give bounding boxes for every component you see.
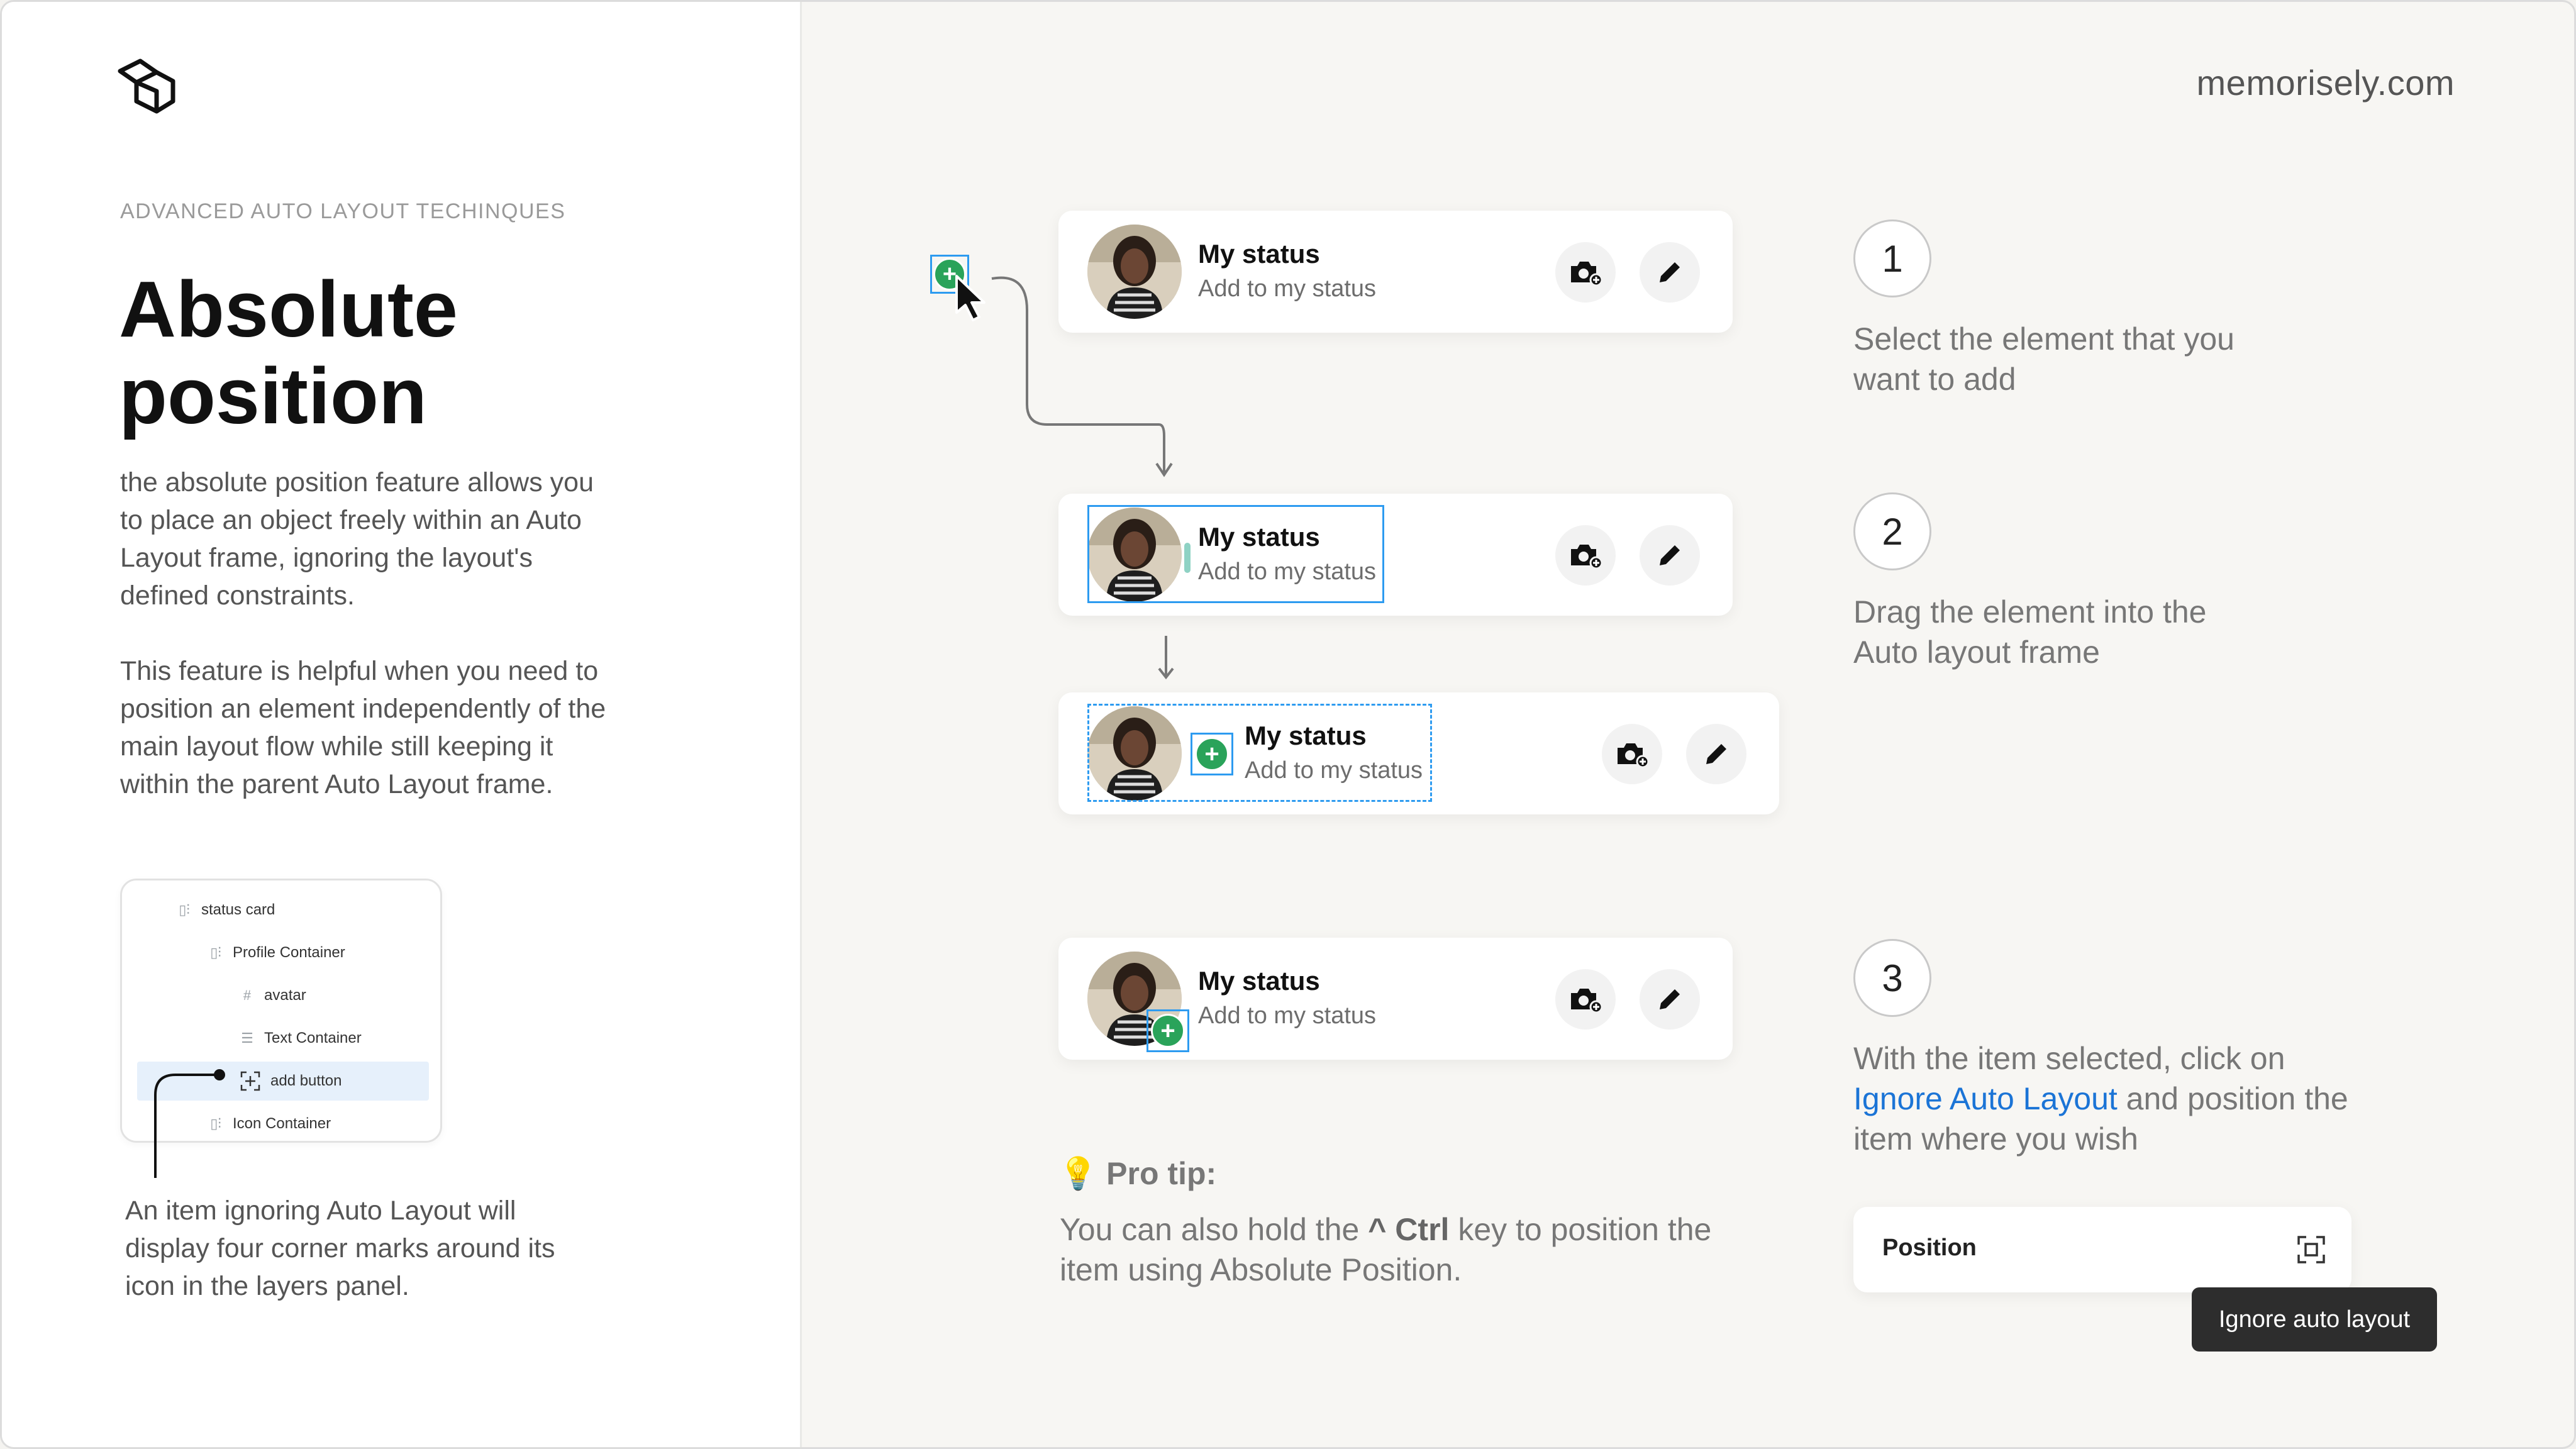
insertion-indicator [1184, 543, 1191, 573]
auto-layout-frame-outline [1087, 704, 1432, 802]
frame-auto-layout-icon: ▯⫶ [179, 902, 190, 918]
protip-heading: 💡 Pro tip: [1058, 1155, 1216, 1192]
layer-label: avatar [264, 987, 306, 1004]
edit-button[interactable] [1640, 969, 1700, 1030]
absolute-element-selection[interactable]: + [1146, 1009, 1189, 1052]
caption-connector-line [154, 1069, 225, 1178]
text-lines-icon: ☰ [241, 1030, 253, 1046]
layer-label: status card [201, 901, 275, 918]
frame-hash-icon: # [243, 987, 252, 1003]
status-title: My status [1245, 721, 1367, 750]
camera-plus-button[interactable] [1555, 969, 1616, 1030]
camera-plus-button[interactable] [1602, 724, 1662, 784]
layer-label: Icon Container [233, 1115, 331, 1132]
pencil-icon [1660, 545, 1680, 565]
status-title: My status [1198, 239, 1320, 269]
left-panel: ADVANCED AUTO LAYOUT TECHINQUES Absolute… [2, 2, 802, 1447]
layer-text-container[interactable]: ☰ Text Container [122, 1019, 440, 1058]
down-arrow [1158, 636, 1174, 680]
avatar [1087, 225, 1182, 319]
absolute-position-icon [240, 1071, 260, 1091]
frame-auto-layout-icon: ▯⫶ [210, 945, 221, 960]
status-card-step-1: My status Add to my status [1058, 211, 1733, 333]
status-subtitle: Add to my status [1245, 757, 1423, 784]
edit-button[interactable] [1686, 724, 1746, 784]
page-title: Absolute position [119, 265, 458, 440]
layer-label: Profile Container [233, 944, 345, 961]
step-2-badge: 2 [1853, 492, 1931, 570]
layer-label: Text Container [264, 1030, 362, 1046]
pencil-icon [1660, 989, 1680, 1009]
layer-profile-container[interactable]: ▯⫶ Profile Container [122, 933, 440, 972]
position-panel: Position [1853, 1207, 2351, 1292]
protip-text: You can also hold the ^ Ctrl key to posi… [1060, 1209, 1752, 1290]
status-subtitle: Add to my status [1198, 1002, 1377, 1029]
status-title: My status [1198, 522, 1320, 552]
camera-plus-button[interactable] [1555, 242, 1616, 303]
pencil-icon [1660, 262, 1680, 282]
layer-status-card[interactable]: ▯⫶ status card [122, 891, 440, 930]
edit-button[interactable] [1640, 242, 1700, 303]
status-subtitle: Add to my status [1198, 558, 1377, 585]
step-3-text: With the item selected, click on Ignore … [1853, 1038, 2369, 1159]
step-3-pre: With the item selected, click on [1853, 1041, 2285, 1076]
status-subtitle: Add to my status [1198, 275, 1377, 302]
ignore-auto-layout-tooltip: Ignore auto layout [2192, 1287, 2437, 1352]
drop-target-selection [1087, 505, 1384, 603]
inserted-element-selection[interactable]: + [1191, 733, 1233, 775]
helpful-paragraph: This feature is helpful when you need to… [120, 656, 606, 799]
step-1-badge: 1 [1853, 219, 1931, 297]
status-title: My status [1198, 966, 1320, 996]
eyebrow-label: ADVANCED AUTO LAYOUT TECHINQUES [120, 199, 566, 223]
protip-title: Pro tip: [1106, 1156, 1217, 1191]
ignore-auto-layout-link[interactable]: Ignore Auto Layout [1853, 1081, 2118, 1116]
protip-key: ^ Ctrl [1368, 1212, 1450, 1247]
protip-pre: You can also hold the [1060, 1212, 1368, 1247]
status-card-step-2: My status Add to my status [1058, 494, 1733, 616]
step-2-text: Drag the element into the Auto layout fr… [1853, 594, 2207, 670]
camera-plus-icon [1571, 545, 1602, 569]
step-1-text: Select the element that you want to add [1853, 321, 2235, 397]
ignore-auto-layout-icon[interactable] [2296, 1235, 2326, 1265]
layer-avatar[interactable]: # avatar [122, 976, 440, 1015]
memorisely-logo-icon [118, 58, 175, 114]
status-card-step-2-result: + My status Add to my status [1058, 692, 1779, 814]
lightbulb-icon: 💡 [1058, 1156, 1098, 1191]
edit-button[interactable] [1640, 525, 1700, 586]
camera-plus-icon [1571, 262, 1602, 286]
status-card-step-3: + My status Add to my status [1058, 938, 1733, 1060]
camera-plus-icon [1618, 743, 1649, 768]
step-3-badge: 3 [1853, 939, 1931, 1017]
layers-caption: An item ignoring Auto Layout will displa… [125, 1196, 555, 1301]
intro-paragraph: the absolute position feature allows you… [120, 467, 594, 611]
camera-plus-icon [1571, 989, 1602, 1013]
camera-plus-button[interactable] [1555, 525, 1616, 586]
pencil-icon [1706, 744, 1726, 764]
layer-label: add button [270, 1072, 342, 1089]
site-url: memorisely.com [2196, 63, 2455, 103]
add-plus-icon: + [1195, 737, 1229, 771]
position-label: Position [1882, 1235, 1977, 1261]
slide-frame: ADVANCED AUTO LAYOUT TECHINQUES Absolute… [0, 0, 2576, 1449]
add-plus-icon: + [1151, 1014, 1185, 1048]
